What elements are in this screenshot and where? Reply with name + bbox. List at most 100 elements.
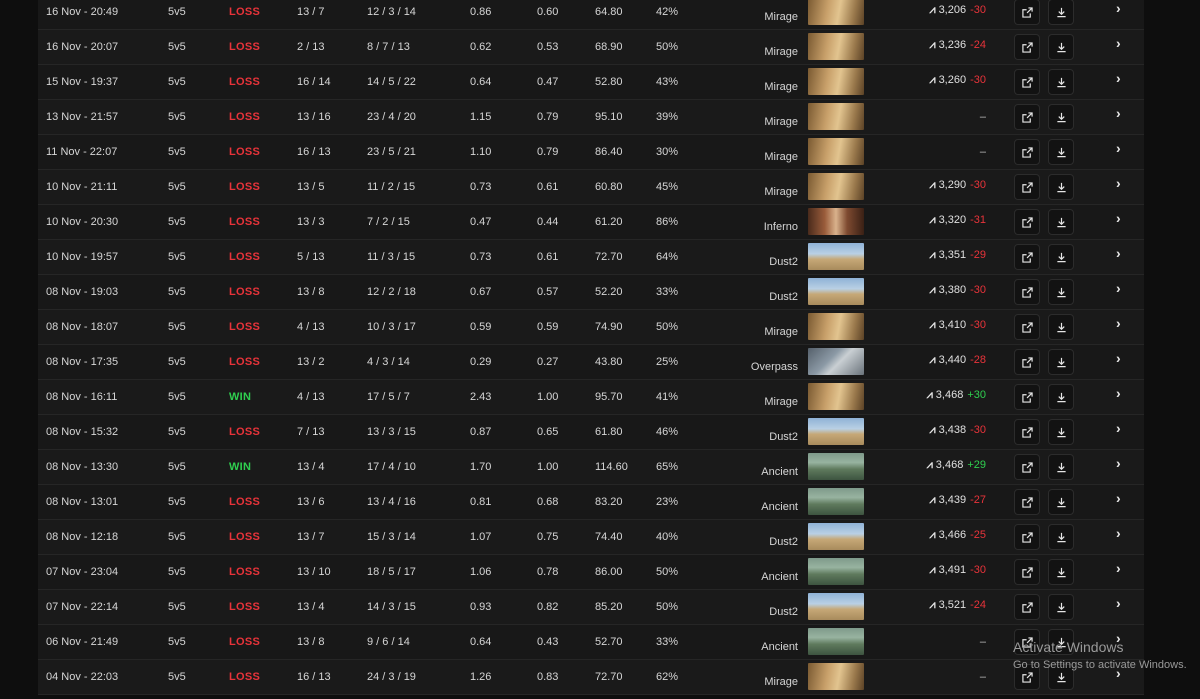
- chevron-right-icon[interactable]: ›: [1116, 586, 1121, 620]
- table-row[interactable]: 08 Nov - 15:32 5v5 LOSS 7 / 13 13 / 3 / 15 0.…: [38, 415, 1144, 450]
- table-row[interactable]: 11 Nov - 22:07 5v5 LOSS 16 / 13 23 / 5 / 21 1…: [38, 135, 1144, 170]
- download-demo-button[interactable]: [1048, 34, 1074, 60]
- open-match-button[interactable]: [1014, 0, 1040, 25]
- open-match-button[interactable]: [1014, 489, 1040, 515]
- table-row[interactable]: 08 Nov - 18:07 5v5 LOSS 4 / 13 10 / 3 / 17 0.…: [38, 310, 1144, 345]
- match-kd: 0.29: [470, 356, 492, 368]
- open-match-button[interactable]: [1014, 34, 1040, 60]
- download-demo-button[interactable]: [1048, 209, 1074, 235]
- download-demo-button[interactable]: [1048, 349, 1074, 375]
- download-demo-button[interactable]: [1048, 244, 1074, 270]
- download-demo-button[interactable]: [1048, 384, 1074, 410]
- download-demo-button[interactable]: [1048, 594, 1074, 620]
- elo-cell: ⩘ 3,468 +30: [927, 378, 986, 412]
- open-match-button[interactable]: [1014, 69, 1040, 95]
- open-match-button[interactable]: [1014, 279, 1040, 305]
- map-thumbnail: [808, 243, 864, 270]
- table-row[interactable]: 08 Nov - 16:11 5v5 WIN 4 / 13 17 / 5 / 7 2.43…: [38, 380, 1144, 415]
- download-demo-button[interactable]: [1048, 454, 1074, 480]
- chevron-right-icon[interactable]: ›: [1116, 201, 1121, 235]
- match-mode: 5v5: [168, 636, 186, 648]
- chevron-right-icon[interactable]: ›: [1116, 516, 1121, 550]
- download-demo-button[interactable]: [1048, 419, 1074, 445]
- open-match-button[interactable]: [1014, 524, 1040, 550]
- table-row[interactable]: 06 Nov - 21:49 5v5 LOSS 13 / 8 9 / 6 / 14 0.6…: [38, 625, 1144, 660]
- match-mode: 5v5: [168, 76, 186, 88]
- trend-icon: ⩘: [929, 39, 936, 51]
- chevron-right-icon[interactable]: ›: [1116, 26, 1121, 60]
- chevron-right-icon[interactable]: ›: [1116, 0, 1121, 25]
- download-demo-button[interactable]: [1048, 69, 1074, 95]
- match-adr: 86.00: [595, 566, 623, 578]
- download-demo-button[interactable]: [1048, 559, 1074, 585]
- match-kda: 23 / 5 / 21: [367, 146, 416, 158]
- download-demo-button[interactable]: [1048, 174, 1074, 200]
- chevron-right-icon[interactable]: ›: [1116, 131, 1121, 165]
- table-row[interactable]: 08 Nov - 13:30 5v5 WIN 13 / 4 17 / 4 / 10 1.7…: [38, 450, 1144, 485]
- chevron-right-icon[interactable]: ›: [1116, 481, 1121, 515]
- open-match-button[interactable]: [1014, 104, 1040, 130]
- elo-value: 3,236: [938, 39, 967, 51]
- download-demo-button[interactable]: [1048, 104, 1074, 130]
- match-kd: 0.64: [470, 636, 492, 648]
- open-match-button[interactable]: [1014, 419, 1040, 445]
- download-demo-button[interactable]: [1048, 139, 1074, 165]
- chevron-right-icon[interactable]: ›: [1116, 446, 1121, 480]
- table-row[interactable]: 15 Nov - 19:37 5v5 LOSS 16 / 14 14 / 5 / 22 0…: [38, 65, 1144, 100]
- map-name: Mirage: [764, 11, 798, 23]
- open-match-button[interactable]: [1014, 384, 1040, 410]
- open-match-button[interactable]: [1014, 174, 1040, 200]
- table-row[interactable]: 08 Nov - 19:03 5v5 LOSS 13 / 8 12 / 2 / 18 0.…: [38, 275, 1144, 310]
- chevron-right-icon[interactable]: ›: [1116, 96, 1121, 130]
- download-demo-button[interactable]: [1048, 524, 1074, 550]
- chevron-right-icon[interactable]: ›: [1116, 411, 1121, 445]
- match-kda: 17 / 5 / 7: [367, 391, 410, 403]
- open-match-button[interactable]: [1014, 244, 1040, 270]
- chevron-right-icon[interactable]: ›: [1116, 306, 1121, 340]
- open-match-button[interactable]: [1014, 314, 1040, 340]
- chevron-right-icon[interactable]: ›: [1116, 376, 1121, 410]
- match-adr: 85.20: [595, 601, 623, 613]
- table-row[interactable]: 10 Nov - 21:11 5v5 LOSS 13 / 5 11 / 2 / 15 0.…: [38, 170, 1144, 205]
- chevron-right-icon[interactable]: ›: [1116, 341, 1121, 375]
- download-demo-button[interactable]: [1048, 279, 1074, 305]
- download-icon: [1056, 497, 1067, 508]
- external-link-icon: [1021, 321, 1033, 333]
- table-row[interactable]: 08 Nov - 13:01 5v5 LOSS 13 / 6 13 / 4 / 16 0.…: [38, 485, 1144, 520]
- table-row[interactable]: 07 Nov - 22:14 5v5 LOSS 13 / 4 14 / 3 / 15 0.…: [38, 590, 1144, 625]
- match-score: 13 / 7: [297, 6, 325, 18]
- download-demo-button[interactable]: [1048, 314, 1074, 340]
- match-hs: 25%: [656, 356, 679, 368]
- open-match-button[interactable]: [1014, 139, 1040, 165]
- download-icon: [1056, 602, 1067, 613]
- table-row[interactable]: 08 Nov - 12:18 5v5 LOSS 13 / 7 15 / 3 / 14 1.…: [38, 520, 1144, 555]
- open-match-button[interactable]: [1014, 559, 1040, 585]
- table-row[interactable]: 08 Nov - 17:35 5v5 LOSS 13 / 2 4 / 3 / 14 0.2…: [38, 345, 1144, 380]
- match-date: 16 Nov - 20:07: [46, 41, 119, 53]
- chevron-right-icon[interactable]: ›: [1116, 271, 1121, 305]
- elo-delta: -30: [970, 284, 986, 296]
- table-row[interactable]: 10 Nov - 20:30 5v5 LOSS 13 / 3 7 / 2 / 15 0.4…: [38, 205, 1144, 240]
- map-thumbnail: [808, 33, 864, 60]
- download-demo-button[interactable]: [1048, 0, 1074, 25]
- match-result: LOSS: [229, 531, 261, 543]
- match-history-table: 16 Nov - 20:49 5v5 LOSS 13 / 7 12 / 3 / 14 0.…: [38, 0, 1144, 695]
- chevron-right-icon[interactable]: ›: [1116, 166, 1121, 200]
- table-row[interactable]: 04 Nov - 22:03 5v5 LOSS 16 / 13 24 / 3 / 19 1…: [38, 660, 1144, 695]
- table-row[interactable]: 16 Nov - 20:07 5v5 LOSS 2 / 13 8 / 7 / 13 0.6…: [38, 30, 1144, 65]
- open-match-button[interactable]: [1014, 349, 1040, 375]
- open-match-button[interactable]: [1014, 209, 1040, 235]
- external-link-icon: [1021, 601, 1033, 613]
- table-row[interactable]: 10 Nov - 19:57 5v5 LOSS 5 / 13 11 / 3 / 15 0.…: [38, 240, 1144, 275]
- open-match-button[interactable]: [1014, 454, 1040, 480]
- chevron-right-icon[interactable]: ›: [1116, 236, 1121, 270]
- chevron-right-icon[interactable]: ›: [1116, 551, 1121, 585]
- chevron-right-icon[interactable]: ›: [1116, 61, 1121, 95]
- open-match-button[interactable]: [1014, 594, 1040, 620]
- download-demo-button[interactable]: [1048, 489, 1074, 515]
- table-row[interactable]: 16 Nov - 20:49 5v5 LOSS 13 / 7 12 / 3 / 14 0.…: [38, 0, 1144, 30]
- table-row[interactable]: 07 Nov - 23:04 5v5 LOSS 13 / 10 18 / 5 / 17 1…: [38, 555, 1144, 590]
- table-row[interactable]: 13 Nov - 21:57 5v5 LOSS 13 / 16 23 / 4 / 20 1…: [38, 100, 1144, 135]
- match-kd: 0.93: [470, 601, 492, 613]
- elo-value: 3,290: [938, 179, 967, 191]
